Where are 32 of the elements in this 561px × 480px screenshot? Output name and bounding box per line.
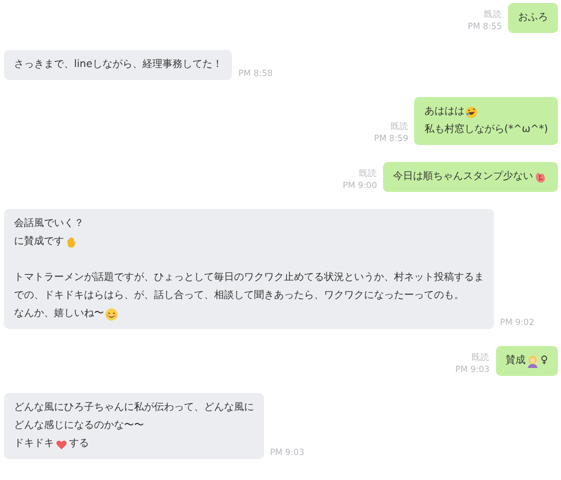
message-time: PM 9:02 <box>500 317 534 329</box>
read-receipt: 既読 <box>359 168 377 180</box>
message-text: 賛成 <box>506 354 526 368</box>
message-text: トマトラーメンが話題ですが、ひょっとして毎日のワクワク止めてる状況というか、村ネット投稿するま <box>14 270 484 285</box>
person-raising-hand-icon <box>526 354 540 368</box>
smiling-face-icon <box>105 308 118 320</box>
message-text: での、ドキドキはらはら、が、話し合って、相談して聞きあったら、ワクワクになったーってのも。 <box>14 288 464 303</box>
message-time: PM 8:55 <box>468 21 502 33</box>
message-time: PM 9:03 <box>455 364 490 376</box>
message-text: どんな風にひろ子ちゃんに私が伝わって、どんな風に <box>14 401 254 415</box>
heart-icon <box>55 438 68 450</box>
message-text: なんか、嬉しいね〜 <box>14 307 104 321</box>
message-text: ドキドキ <box>14 437 54 451</box>
message-text: おふろ <box>518 11 548 25</box>
message-time: PM 9:00 <box>342 180 377 192</box>
read-receipt: 既読 <box>484 9 502 21</box>
message-time: PM 8:58 <box>238 68 273 80</box>
message-time: PM 8:59 <box>374 133 408 145</box>
message-text: あははは <box>424 105 464 119</box>
message-text: 私も村窓しながら(*^ω^*) <box>424 122 548 137</box>
message-text: ♀ <box>540 354 548 368</box>
laughing-face-icon <box>465 106 478 118</box>
message-text: 会話風でいく？ <box>14 216 84 231</box>
read-receipt: 既読 <box>390 121 408 133</box>
raised-hand-icon <box>65 236 78 248</box>
message-time: PM 9:03 <box>270 447 304 459</box>
message-text: さっきまで、lineしながら、経理事務してた！ <box>14 58 222 72</box>
message-text: 今日は順ちゃんスタンプ少ない <box>393 170 533 184</box>
message-text: に賛成です <box>14 234 64 249</box>
read-receipt: 既読 <box>472 352 490 364</box>
message-text: どんな感じになるのかな〜〜 <box>14 418 144 433</box>
message-text: する <box>69 437 89 451</box>
